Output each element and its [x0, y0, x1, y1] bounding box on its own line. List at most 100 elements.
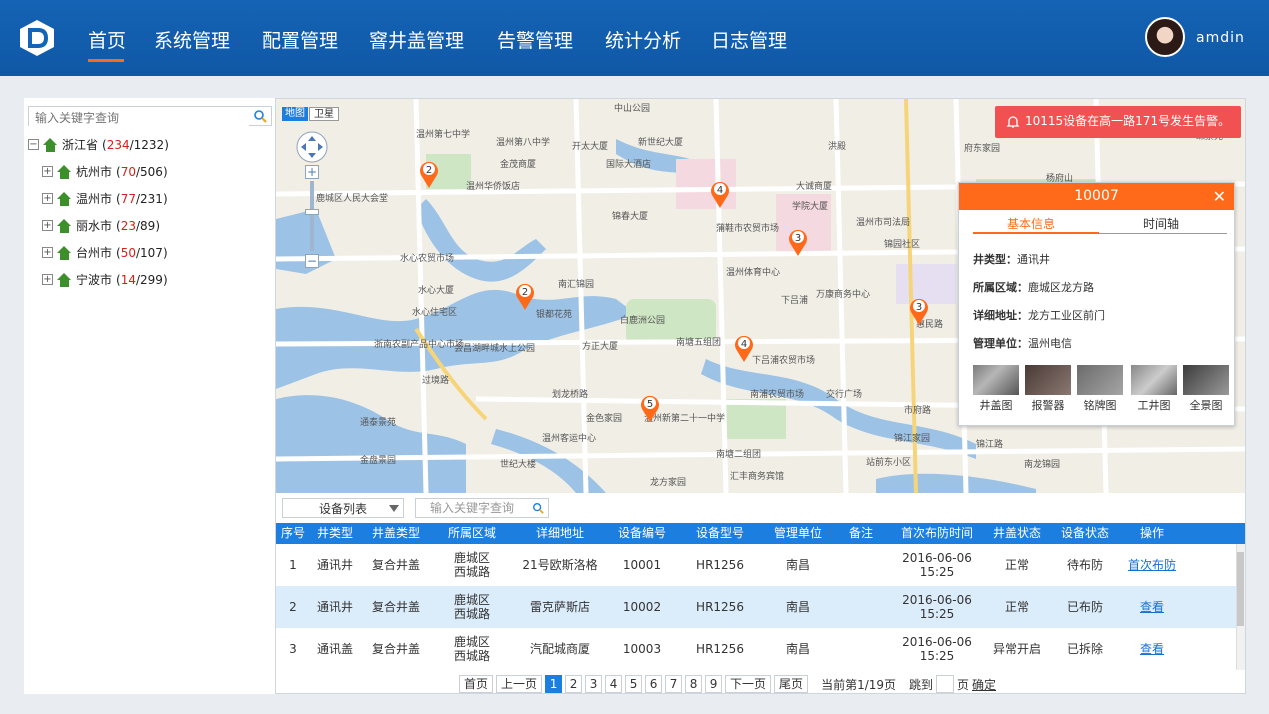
page-9[interactable]: 9 [705, 675, 723, 693]
map-place-label: 南汇锦园 [558, 280, 595, 290]
jump-page-input[interactable] [936, 675, 955, 693]
expand-icon[interactable]: + [42, 274, 53, 285]
map-place-label: 锦春大厦 [612, 212, 649, 222]
tree-node-label: 台州市 [76, 246, 113, 260]
map-pin[interactable]: 3 [787, 227, 809, 257]
expand-icon[interactable]: + [42, 247, 53, 258]
row-number: 1 [289, 558, 297, 572]
map-place-label: 温州第七中学 [416, 130, 471, 140]
row-action[interactable]: 查看 [1120, 642, 1184, 656]
tree-search-input[interactable] [29, 109, 249, 127]
map-mode-satellite[interactable]: 卫星 [309, 107, 339, 121]
collapse-icon[interactable]: − [28, 139, 39, 150]
thumb-panorama[interactable] [1183, 365, 1229, 395]
page-6[interactable]: 6 [645, 675, 663, 693]
nav-config[interactable]: 配置管理 [262, 26, 338, 53]
map-place-label: 南浦农贸市场 [750, 390, 805, 400]
jump-confirm-button[interactable]: 确定 [972, 676, 996, 693]
tree-search-box[interactable] [28, 106, 272, 127]
map-pin[interactable]: 4 [709, 179, 731, 209]
tree-node-city[interactable]: + 台州市 (50/107) [42, 244, 168, 261]
pan-control-icon[interactable] [295, 130, 329, 164]
expand-icon[interactable]: + [42, 193, 53, 204]
column-header: 操作 [1139, 526, 1164, 540]
map-pin[interactable]: 2 [418, 159, 440, 189]
tree-node-city[interactable]: + 宁波市 (14/299) [42, 271, 168, 288]
zoom-slider[interactable] [310, 181, 314, 251]
list-type-select[interactable]: 设备列表 [282, 498, 404, 518]
tab-timeline[interactable]: 时间轴 [1143, 215, 1179, 232]
zoom-in-icon[interactable]: + [305, 165, 319, 179]
username[interactable]: amdin [1196, 30, 1245, 46]
nav-system[interactable]: 系统管理 [154, 26, 230, 53]
row-action[interactable]: 查看 [1120, 600, 1184, 614]
column-header: 首次布防时间 [900, 526, 973, 540]
search-icon[interactable] [532, 502, 544, 514]
column-header: 井盖状态 [992, 526, 1041, 540]
scrollbar-thumb[interactable] [1237, 552, 1244, 626]
nav-home[interactable]: 首页 [88, 26, 126, 53]
tree-node-city[interactable]: + 丽水市 (23/89) [42, 217, 160, 234]
thumb-well[interactable] [1131, 365, 1177, 395]
tree-node-city[interactable]: + 杭州市 (70/506) [42, 163, 168, 180]
expand-icon[interactable]: + [42, 220, 53, 231]
nav-alarm[interactable]: 告警管理 [497, 26, 573, 53]
map-place-label: 温州客运中心 [542, 434, 597, 444]
avatar[interactable] [1145, 17, 1185, 57]
tab-basic-info[interactable]: 基本信息 [1007, 215, 1055, 232]
last-page-button[interactable]: 尾页 [774, 675, 809, 693]
page-7[interactable]: 7 [665, 675, 683, 693]
page-2[interactable]: 2 [565, 675, 583, 693]
page-1[interactable]: 1 [545, 675, 563, 693]
row-action[interactable]: 首次布防 [1120, 558, 1184, 572]
page-info: 当前第1/19页 [821, 677, 897, 692]
zoom-slider-handle[interactable] [305, 209, 319, 215]
thumb-alarm[interactable] [1025, 365, 1071, 395]
tree-node-label: 宁波市 [76, 273, 113, 287]
map-pin-icon: 2 [420, 161, 438, 188]
map-pin[interactable]: 2 [514, 281, 536, 311]
search-icon[interactable] [253, 109, 267, 123]
tree-node-label: 杭州市 [76, 165, 113, 179]
zoom-out-icon[interactable]: − [305, 254, 319, 268]
map-pin-icon: 5 [641, 395, 659, 422]
next-page-button[interactable]: 下一页 [725, 675, 772, 693]
nav-log[interactable]: 日志管理 [711, 26, 787, 53]
column-header: 井盖类型 [371, 526, 420, 540]
page-3[interactable]: 3 [585, 675, 603, 693]
table-scrollbar[interactable] [1236, 544, 1245, 670]
table-search-input[interactable]: 输入关键字查询 [415, 498, 549, 518]
map-pin[interactable]: 4 [733, 333, 755, 363]
nav-manhole[interactable]: 窨井盖管理 [369, 26, 464, 53]
nav-stats[interactable]: 统计分析 [605, 26, 681, 53]
tree-node-city[interactable]: + 温州市 (77/231) [42, 190, 168, 207]
map-place-label: 水心住宅区 [412, 308, 458, 318]
table-row[interactable]: 1 通讯井 复合井盖 鹿城区 西城路 21号欧斯洛格 10001 HR1256 南昌 2016-0… [276, 544, 1236, 586]
map-place-label: 洪殿 [828, 142, 847, 152]
map-place-label: 市府路 [904, 406, 932, 416]
first-arm-time: 2016-06-06 15:25 [902, 635, 972, 663]
map-pin[interactable]: 3 [908, 296, 930, 326]
cover-type: 复合井盖 [371, 600, 420, 614]
map-mode-map[interactable]: 地图 [282, 107, 308, 121]
thumb-nameplate[interactable] [1077, 365, 1123, 395]
table-row[interactable]: 3 通讯盖 复合井盖 鹿城区 西城路 汽配城商厦 10003 HR1256 南昌 2016-06-… [276, 628, 1236, 670]
pin-count: 4 [741, 339, 747, 350]
page-4[interactable]: 4 [605, 675, 623, 693]
close-icon[interactable]: ✕ [1213, 183, 1226, 210]
thumb-cover[interactable] [973, 365, 1019, 395]
alarm-notification[interactable]: 10115设备在高一路171号发生告警。 [995, 106, 1241, 138]
expand-icon[interactable]: + [42, 166, 53, 177]
map-pin[interactable]: 5 [639, 393, 661, 423]
map-pin-icon: 3 [910, 298, 928, 325]
house-icon [57, 272, 72, 287]
page-5[interactable]: 5 [625, 675, 643, 693]
first-page-button[interactable]: 首页 [459, 675, 494, 693]
prev-page-button[interactable]: 上一页 [496, 675, 543, 693]
tree-node-root[interactable]: − 浙江省 (234/1232) [28, 136, 169, 153]
map-pin-icon: 2 [516, 283, 534, 310]
table-row[interactable]: 2 通讯井 复合井盖 鹿城区 西城路 雷克萨斯店 10002 HR1256 南昌 2016-06-… [276, 586, 1236, 628]
column-header: 所属区域 [447, 526, 496, 540]
page-8[interactable]: 8 [685, 675, 703, 693]
map-place-label: 学院大厦 [792, 202, 829, 212]
